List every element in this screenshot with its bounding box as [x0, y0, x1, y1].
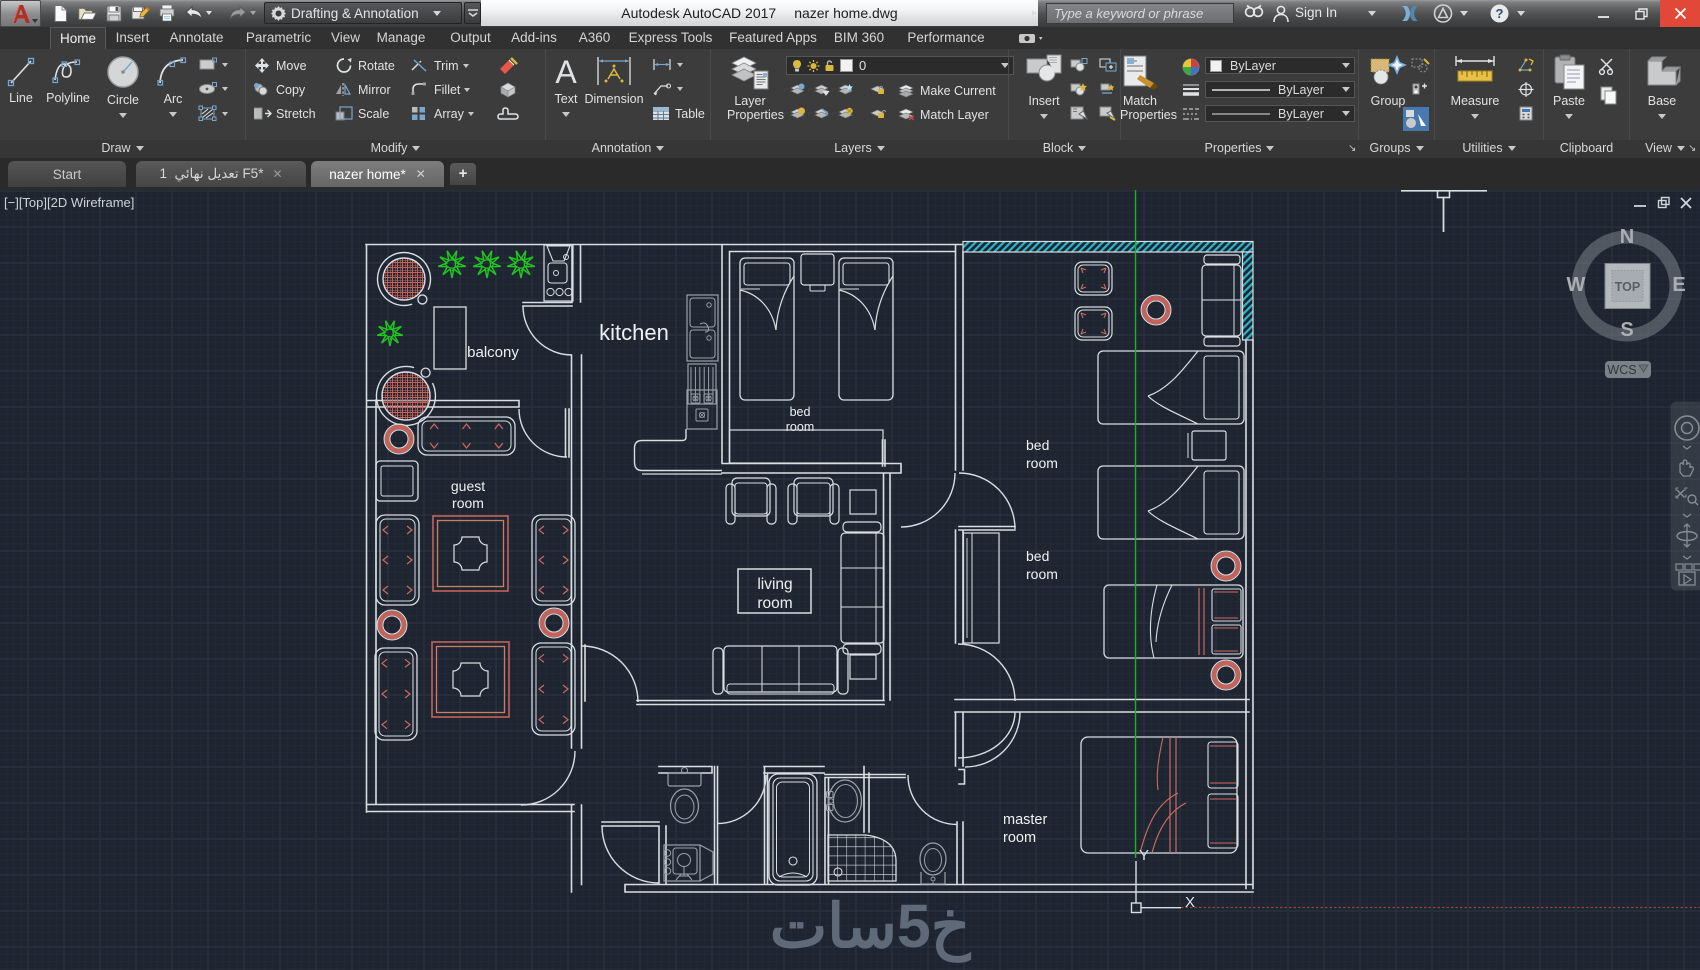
svg-text:E: E — [1672, 274, 1685, 296]
svg-text:room: room — [452, 495, 484, 511]
svg-text:room: room — [1003, 830, 1036, 846]
svg-text:balcony: balcony — [467, 344, 519, 361]
svg-text:bed: bed — [1026, 437, 1049, 453]
svg-text:living: living — [757, 576, 792, 593]
svg-text:N: N — [1620, 226, 1634, 248]
svg-text:خ5سات: خ5سات — [770, 892, 972, 963]
svg-text:WCS: WCS — [1607, 363, 1636, 377]
svg-text:W: W — [1567, 274, 1586, 296]
svg-text:guest: guest — [451, 478, 485, 494]
svg-text:Y: Y — [1139, 847, 1149, 864]
svg-text:?: ? — [1496, 6, 1504, 21]
svg-text:TOP: TOP — [1615, 280, 1640, 294]
svg-text:X: X — [1185, 894, 1195, 911]
svg-text:room: room — [1026, 455, 1058, 471]
svg-text:[−][Top][2D Wireframe]: [−][Top][2D Wireframe] — [4, 195, 134, 210]
svg-text:kitchen: kitchen — [599, 320, 669, 345]
svg-text:master: master — [1003, 812, 1047, 828]
svg-text:room: room — [757, 595, 792, 612]
svg-text:room: room — [1026, 566, 1058, 582]
svg-text:bed: bed — [1026, 548, 1049, 564]
svg-text:room: room — [786, 420, 814, 434]
svg-text:A: A — [555, 55, 577, 89]
svg-text:S: S — [1620, 319, 1633, 341]
svg-text:bed: bed — [790, 405, 811, 419]
